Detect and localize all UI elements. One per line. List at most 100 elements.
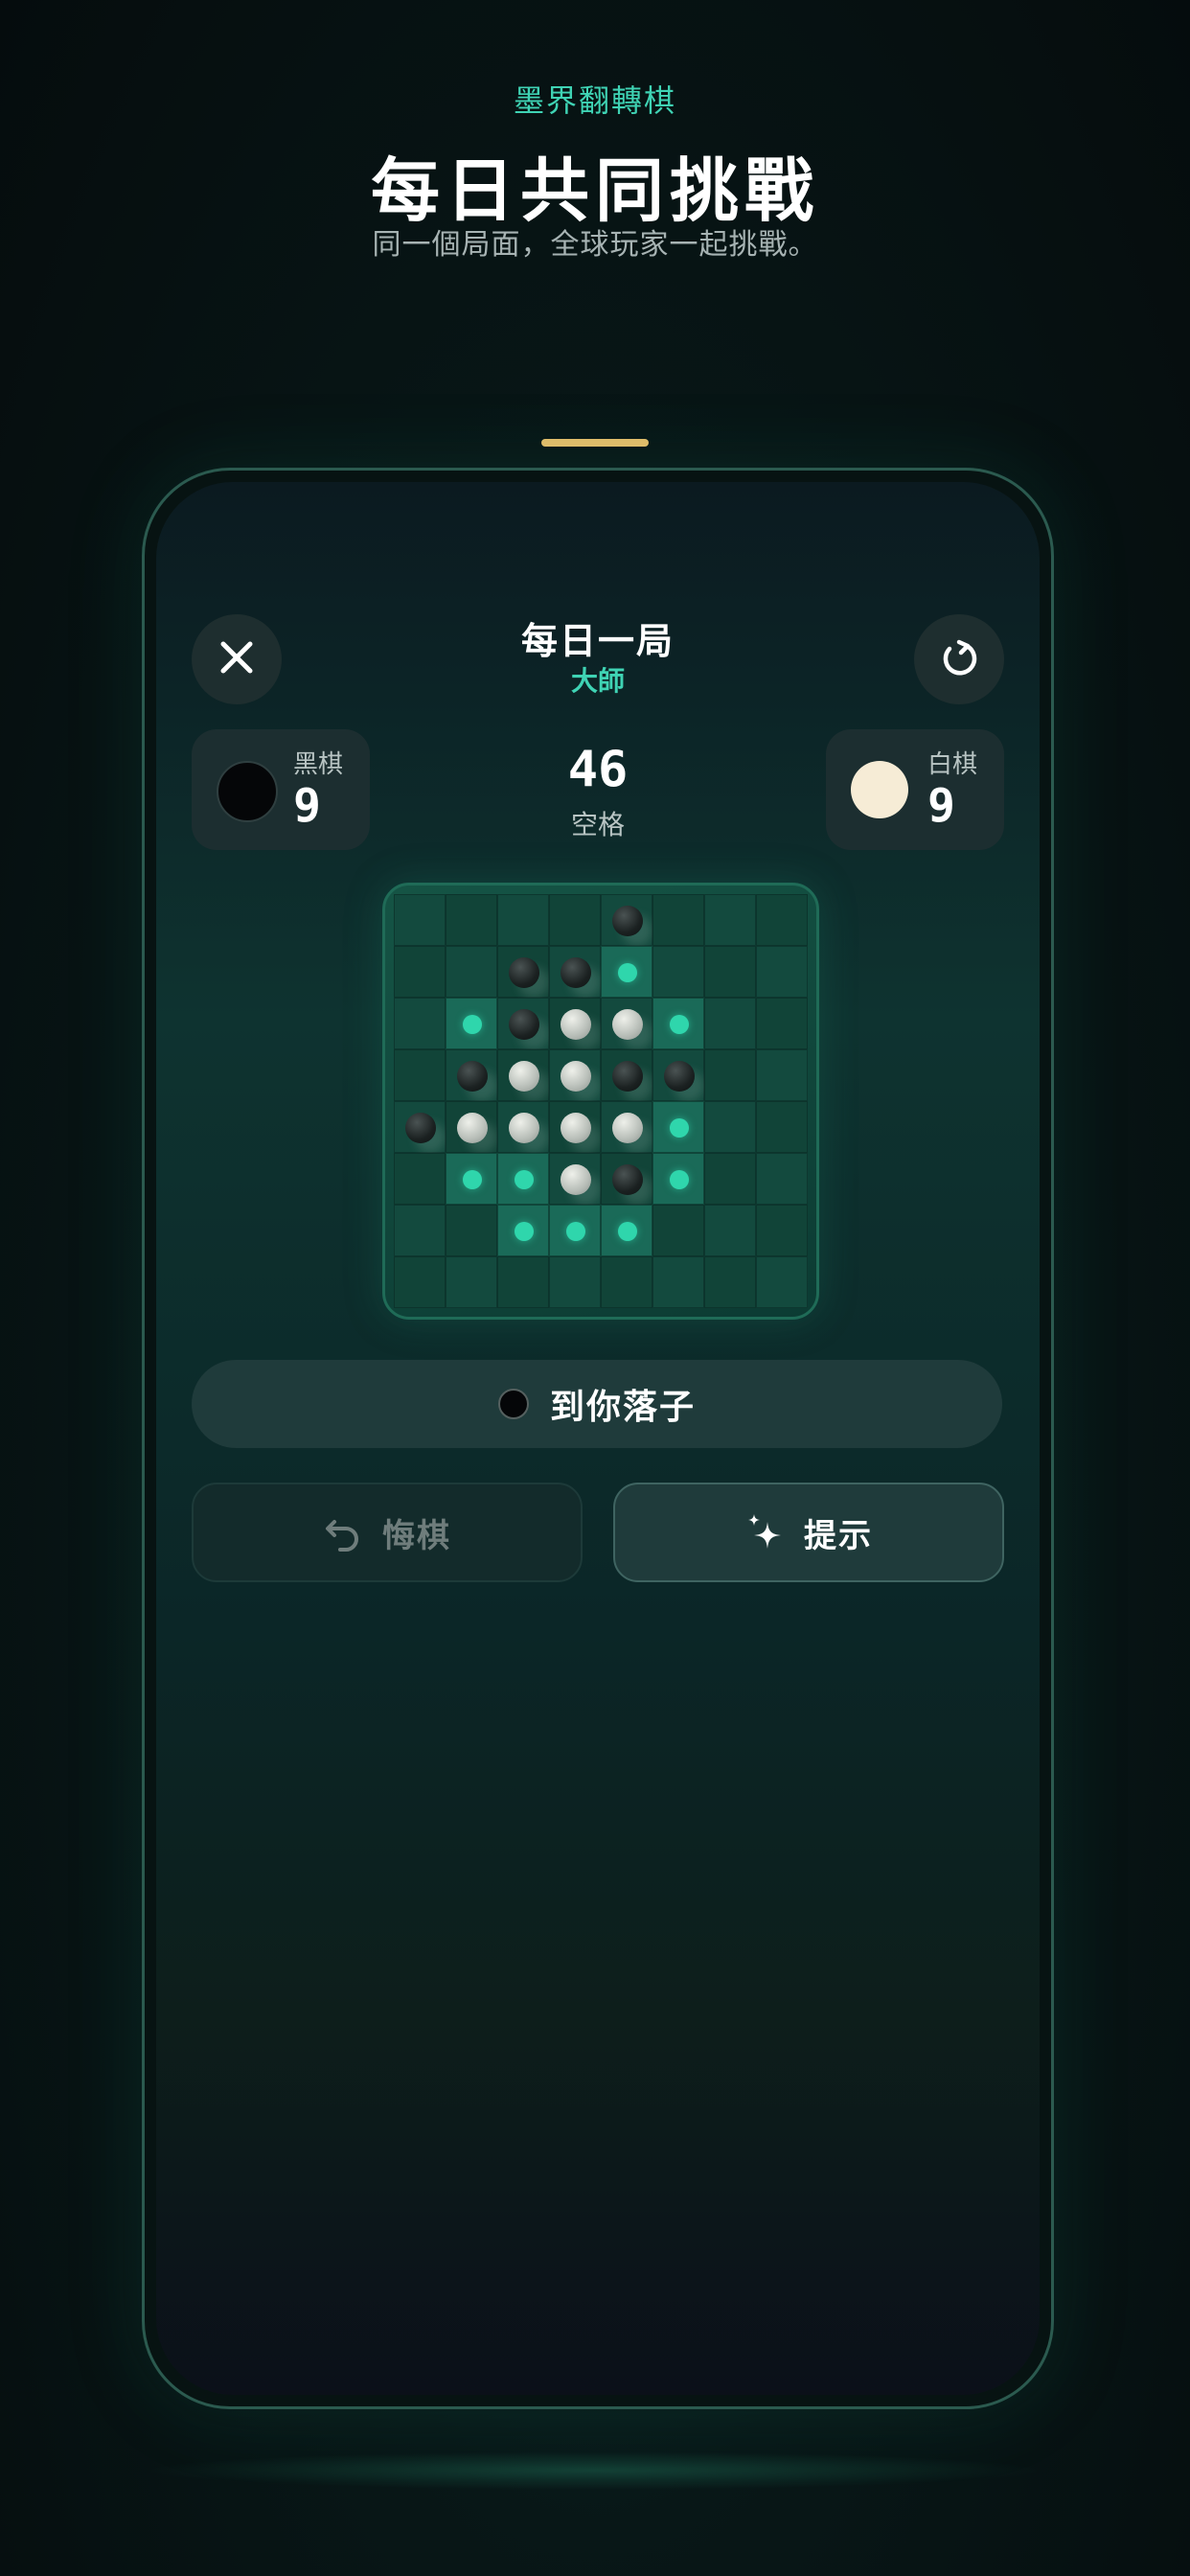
white-stone — [561, 1009, 591, 1040]
board-cell — [756, 946, 808, 998]
board-cell — [446, 894, 497, 946]
board-cell — [394, 1256, 446, 1308]
phone-frame: 每日一局 大師 黑棋 9 46 空格 白棋 9 到你落子 悔棋 提示 — [142, 468, 1054, 2409]
white-disc-icon — [851, 761, 908, 818]
promo-subtitle: 同一個局面，全球玩家一起挑戰。 — [372, 228, 818, 262]
white-stone — [561, 1164, 591, 1195]
board-cell — [756, 1205, 808, 1256]
board-cell — [446, 1101, 497, 1153]
black-stone — [405, 1113, 436, 1143]
white-stone — [509, 1061, 539, 1092]
board-cell — [497, 946, 549, 998]
board-cell — [549, 1256, 601, 1308]
legal-move-dot[interactable] — [618, 963, 637, 982]
board-cell — [446, 1256, 497, 1308]
board-cell — [756, 998, 808, 1049]
board-cell — [756, 1049, 808, 1101]
board-cell[interactable] — [652, 1153, 704, 1205]
white-stone — [561, 1113, 591, 1143]
legal-move-dot[interactable] — [463, 1170, 482, 1189]
black-stone — [561, 957, 591, 988]
white-stone — [457, 1113, 488, 1143]
white-stone — [561, 1061, 591, 1092]
promo-eyebrow: 墨界翻轉棋 — [513, 82, 676, 119]
board-cell — [601, 998, 652, 1049]
board-cell[interactable] — [652, 998, 704, 1049]
board-cell — [497, 998, 549, 1049]
board-cell — [601, 1101, 652, 1153]
page-title: 每日一局 — [520, 620, 675, 662]
legal-move-dot[interactable] — [566, 1222, 585, 1241]
black-stone — [509, 957, 539, 988]
restart-button[interactable] — [914, 614, 1004, 704]
legal-move-dot[interactable] — [670, 1118, 689, 1138]
legal-move-dot[interactable] — [670, 1170, 689, 1189]
board-cell[interactable] — [601, 1205, 652, 1256]
board-cell — [601, 894, 652, 946]
board-cell — [704, 1205, 756, 1256]
board-cell — [601, 1153, 652, 1205]
black-stone — [612, 1061, 643, 1092]
undo-icon — [323, 1512, 363, 1552]
board-cell — [704, 894, 756, 946]
board-cell — [704, 1256, 756, 1308]
black-stone — [664, 1061, 695, 1092]
black-stone — [612, 906, 643, 936]
board-cell — [704, 946, 756, 998]
board-cell — [704, 1049, 756, 1101]
white-stone — [509, 1113, 539, 1143]
board-cell — [549, 1101, 601, 1153]
drag-handle[interactable] — [541, 439, 649, 447]
legal-move-dot[interactable] — [515, 1222, 534, 1241]
board-cell — [756, 1101, 808, 1153]
white-label: 白棋 — [927, 750, 978, 779]
board-cell — [394, 894, 446, 946]
game-screen: 每日一局 大師 黑棋 9 46 空格 白棋 9 到你落子 悔棋 提示 — [156, 482, 1040, 2395]
white-stone — [612, 1009, 643, 1040]
board-cell — [652, 946, 704, 998]
board-cell[interactable] — [652, 1101, 704, 1153]
turn-text: 到你落子 — [549, 1388, 696, 1427]
board-cell — [394, 1049, 446, 1101]
board-cell — [394, 1205, 446, 1256]
legal-move-dot[interactable] — [515, 1170, 534, 1189]
board-cell — [756, 894, 808, 946]
board-cell[interactable] — [497, 1205, 549, 1256]
board-cell — [601, 1049, 652, 1101]
undo-label: 悔棋 — [382, 1516, 451, 1555]
board-cell[interactable] — [446, 1153, 497, 1205]
bottom-glow — [144, 2451, 1044, 2490]
white-score-card: 白棋 9 — [826, 729, 1004, 850]
board-cell — [497, 894, 549, 946]
hint-button[interactable]: 提示 — [613, 1483, 1004, 1582]
legal-move-dot[interactable] — [463, 1015, 482, 1034]
turn-indicator: 到你落子 — [192, 1360, 1002, 1448]
refresh-icon — [938, 636, 980, 682]
board-cell — [756, 1256, 808, 1308]
board-cell[interactable] — [601, 946, 652, 998]
undo-button[interactable]: 悔棋 — [192, 1483, 583, 1582]
black-disc-icon — [497, 1389, 529, 1419]
white-score: 9 — [927, 779, 955, 833]
board-cell — [446, 946, 497, 998]
board-cell — [394, 998, 446, 1049]
board-grid — [394, 894, 808, 1308]
board-cell[interactable] — [549, 1205, 601, 1256]
board-cell — [549, 998, 601, 1049]
board-cell — [652, 1256, 704, 1308]
board-cell — [497, 1049, 549, 1101]
board-cell[interactable] — [446, 998, 497, 1049]
board-cell — [497, 1256, 549, 1308]
game-board — [382, 883, 819, 1320]
board-cell — [549, 1153, 601, 1205]
board-cell — [652, 1049, 704, 1101]
board-cell — [704, 1153, 756, 1205]
board-cell — [652, 894, 704, 946]
legal-move-dot[interactable] — [618, 1222, 637, 1241]
legal-move-dot[interactable] — [670, 1015, 689, 1034]
board-cell — [652, 1205, 704, 1256]
black-stone — [457, 1061, 488, 1092]
board-cell — [446, 1049, 497, 1101]
board-cell[interactable] — [497, 1153, 549, 1205]
black-stone — [509, 1009, 539, 1040]
